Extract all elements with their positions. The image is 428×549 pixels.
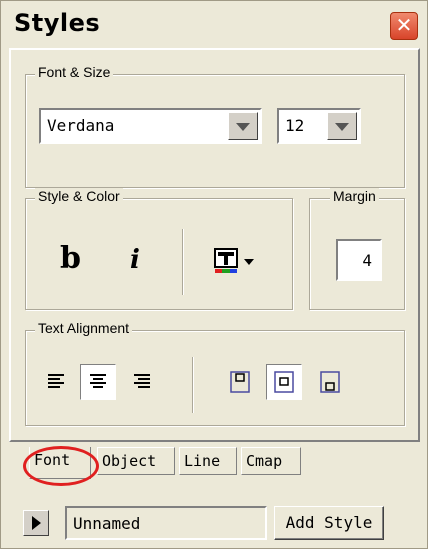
style-color-legend: Style & Color — [35, 188, 123, 204]
text-color-button[interactable] — [214, 247, 268, 277]
valign-top-button[interactable] — [222, 364, 258, 400]
text-color-icon — [214, 248, 254, 273]
add-style-button[interactable]: Add Style — [274, 506, 384, 540]
font-size-select[interactable]: 12 — [277, 108, 361, 144]
window-title: Styles — [14, 9, 101, 37]
tab-line[interactable]: Line — [179, 447, 237, 475]
font-name-dropdown-arrow-icon[interactable] — [228, 112, 258, 140]
expand-arrow-button[interactable] — [23, 510, 49, 536]
tab-object[interactable]: Object — [97, 447, 175, 475]
margin-legend: Margin — [330, 188, 379, 204]
bold-button[interactable]: b — [60, 241, 81, 276]
align-center-icon — [90, 374, 106, 388]
valign-bottom-button[interactable] — [312, 364, 348, 400]
font-size-group: Font & Size Verdana 12 — [25, 64, 405, 188]
align-right-button[interactable] — [124, 364, 160, 400]
font-size-legend: Font & Size — [35, 64, 114, 80]
title-bar[interactable]: Styles ✕ — [2, 2, 426, 48]
font-tab-panel: Font & Size Verdana 12 Style & Color b i — [9, 48, 420, 442]
font-size-dropdown-arrow-icon[interactable] — [327, 112, 357, 140]
valign-middle-button[interactable] — [266, 364, 302, 400]
style-separator — [182, 229, 183, 295]
font-size-value: 12 — [285, 116, 305, 135]
font-name-value: Verdana — [47, 116, 115, 135]
font-name-select[interactable]: Verdana — [39, 108, 262, 144]
italic-button[interactable]: i — [130, 245, 140, 275]
annotation-highlight-ring — [23, 446, 99, 486]
text-alignment-legend: Text Alignment — [35, 320, 133, 336]
align-right-icon — [134, 374, 150, 388]
valign-top-icon — [230, 371, 250, 393]
style-color-group: Style & Color b i — [25, 188, 293, 310]
align-left-icon — [48, 374, 64, 388]
text-alignment-group: Text Alignment — [25, 320, 405, 426]
tab-cmap[interactable]: Cmap — [241, 447, 301, 475]
align-left-button[interactable] — [38, 364, 74, 400]
align-center-button[interactable] — [80, 364, 116, 400]
valign-bottom-icon — [320, 371, 340, 393]
styles-dialog: Styles ✕ Font & Size Verdana 12 Style & … — [0, 0, 428, 549]
valign-middle-icon — [274, 371, 294, 393]
close-button[interactable]: ✕ — [390, 12, 418, 40]
style-name-field[interactable]: Unnamed — [65, 506, 267, 540]
margin-input[interactable]: 4 — [336, 239, 382, 281]
alignment-separator — [192, 357, 193, 413]
margin-group: Margin 4 — [309, 188, 405, 310]
